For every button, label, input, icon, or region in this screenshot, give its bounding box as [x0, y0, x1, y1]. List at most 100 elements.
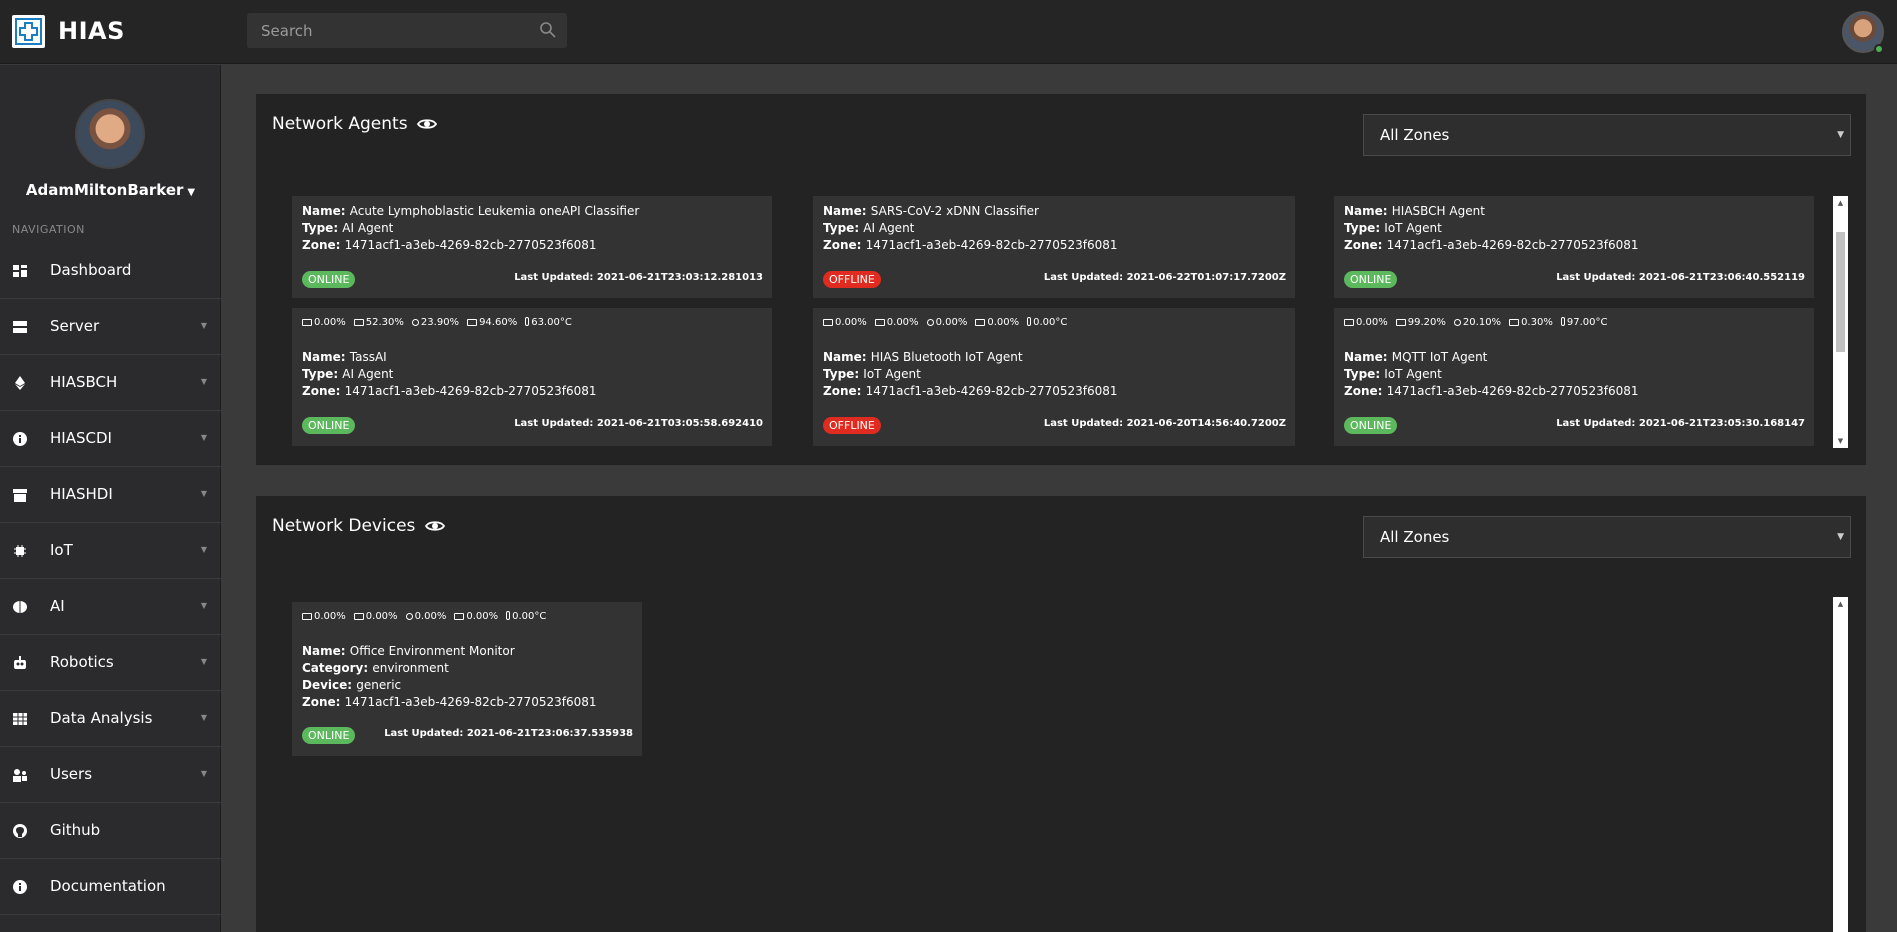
- stat-hdd: 0.30%: [1509, 317, 1553, 328]
- sidebar-nav: Dashboard Server ▼ HIASBCH ▼ HIASCDI ▼ HIASHDI ▼…: [0, 243, 221, 915]
- cpu-icon: [874, 319, 885, 326]
- stat-hdd-value: 0.00%: [466, 611, 499, 622]
- sidebar-item-dashboard[interactable]: Dashboard: [0, 243, 221, 299]
- chevron-down-icon: ▼: [200, 433, 207, 442]
- card-stats: 0.00% 0.00% 0.00% 0.00% 0.00°C: [302, 611, 554, 622]
- stat-temp: 63.00°C: [525, 317, 572, 328]
- card-name-label: Name:: [1344, 204, 1392, 218]
- stat-battery: 0.00%: [1344, 317, 1388, 328]
- stat-temp: 0.00°C: [1027, 317, 1067, 328]
- network-devices-panel: Network Devices All Zones ▼ 0.00% 0.00% 0.0…: [256, 496, 1866, 932]
- scroll-up-icon[interactable]: ▲: [1833, 597, 1848, 611]
- devices-zone-select[interactable]: All Zones ▼: [1363, 516, 1851, 558]
- sidebar-item-hiasbch[interactable]: HIASBCH ▼: [0, 355, 221, 411]
- chevron-down-icon: ▼: [1837, 130, 1844, 140]
- agents-zone-select-value: All Zones: [1380, 126, 1450, 144]
- server-icon: [13, 321, 27, 333]
- devices-zone-select-value: All Zones: [1380, 528, 1450, 546]
- devices-scrollbar[interactable]: ▲: [1833, 597, 1848, 932]
- agent-card[interactable]: 0.00% 52.30% 23.90% 94.60% 63.00°C Name: Tass…: [292, 308, 772, 446]
- hias-logo-icon[interactable]: [12, 15, 45, 48]
- memory-icon: [926, 319, 934, 326]
- status-badge: OFFLINE: [823, 417, 881, 434]
- card-category: Category: environment: [302, 661, 449, 675]
- card-type-value: IoT Agent: [1384, 367, 1442, 381]
- sidebar-item-label: HIASBCH: [50, 373, 118, 391]
- card-type-label: Type:: [823, 221, 864, 235]
- last-updated: Last Updated: 2021-06-21T23:06:37.535938: [384, 728, 633, 739]
- scroll-up-icon[interactable]: ▲: [1833, 196, 1848, 210]
- stat-hdd-value: 94.60%: [479, 317, 518, 328]
- eye-icon[interactable]: [416, 117, 437, 131]
- sidebar-item-data-analysis[interactable]: Data Analysis ▼: [0, 691, 221, 747]
- sidebar-item-server[interactable]: Server ▼: [0, 299, 221, 355]
- sidebar-item-documentation[interactable]: Documentation: [0, 859, 221, 915]
- stat-cpu-value: 0.00%: [365, 611, 398, 622]
- network-devices-title: Network Devices: [272, 516, 445, 536]
- agent-card[interactable]: Name: Acute Lymphoblastic Leukemia oneAP…: [292, 196, 772, 298]
- sidebar-item-robotics[interactable]: Robotics ▼: [0, 635, 221, 691]
- table-icon: [13, 713, 27, 725]
- last-updated: Last Updated: 2021-06-21T03:05:58.692410: [514, 418, 763, 429]
- stat-memory-value: 20.10%: [1462, 317, 1502, 328]
- card-name: Name: HIASBCH Agent: [1344, 204, 1485, 218]
- sidebar-item-github[interactable]: Github: [0, 803, 221, 859]
- network-agents-panel: Network Agents All Zones ▼ Name: Acute Ly…: [256, 94, 1866, 465]
- sidebar-item-hiascdi[interactable]: HIASCDI ▼: [0, 411, 221, 467]
- stat-battery: 0.00%: [823, 317, 867, 328]
- stat-temp: 97.00°C: [1560, 317, 1607, 328]
- chevron-down-icon: ▼: [200, 657, 207, 666]
- sidebar-item-label: AI: [50, 597, 65, 615]
- agent-card[interactable]: 0.00% 0.00% 0.00% 0.00% 0.00°C Name: HIAS Blu…: [813, 308, 1295, 446]
- card-device-value: generic: [356, 678, 402, 692]
- stat-cpu-value: 52.30%: [365, 317, 404, 328]
- sidebar: AdamMiltonBarker ▼ NAVIGATION Dashboard Se…: [0, 65, 221, 932]
- eye-icon[interactable]: [424, 519, 445, 533]
- hdd-icon: [1509, 319, 1520, 326]
- stat-temp: 0.00°C: [506, 611, 546, 622]
- sidebar-item-iot[interactable]: IoT ▼: [0, 523, 221, 579]
- search-icon[interactable]: [539, 21, 557, 39]
- stat-temp-value: 0.00°C: [1033, 317, 1068, 328]
- card-device-label: Device:: [302, 678, 357, 692]
- status-badge: OFFLINE: [823, 271, 881, 288]
- hdd-icon: [975, 319, 986, 326]
- card-name-label: Name:: [1344, 350, 1392, 364]
- sidebar-item-hiashdi[interactable]: HIASHDI ▼: [0, 467, 221, 523]
- card-type-label: Type:: [823, 367, 864, 381]
- scroll-down-icon[interactable]: ▼: [1833, 434, 1848, 448]
- memory-icon: [1453, 319, 1461, 326]
- battery-icon: [1344, 319, 1354, 326]
- sidebar-item-ai[interactable]: AI ▼: [0, 579, 221, 635]
- sidebar-avatar: [75, 99, 145, 169]
- card-zone-label: Zone:: [302, 384, 345, 398]
- card-zone-value: 1471acf1-a3eb-4269-82cb-2770523f6081: [1386, 384, 1639, 398]
- stat-memory: 20.10%: [1453, 317, 1502, 328]
- stat-cpu: 99.20%: [1395, 317, 1446, 328]
- chevron-down-icon: ▼: [200, 321, 207, 330]
- card-zone-value: 1471acf1-a3eb-4269-82cb-2770523f6081: [344, 238, 597, 252]
- thermometer-icon: [506, 611, 511, 620]
- sidebar-item-users[interactable]: Users ▼: [0, 747, 221, 803]
- sidebar-item-label: HIASHDI: [50, 485, 113, 503]
- agent-card[interactable]: Name: HIASBCH Agent Type: IoT Agent Zone: …: [1334, 196, 1814, 298]
- card-type-label: Type:: [1344, 221, 1385, 235]
- device-card[interactable]: 0.00% 0.00% 0.00% 0.00% 0.00°C Name: Office E…: [292, 602, 642, 756]
- sidebar-user-menu[interactable]: AdamMiltonBarker ▼: [0, 181, 221, 199]
- agents-scroll-thumb[interactable]: [1836, 232, 1845, 352]
- agents-scrollbar[interactable]: ▲ ▼: [1833, 196, 1848, 448]
- stat-memory-value: 0.00%: [414, 611, 447, 622]
- agents-zone-select[interactable]: All Zones ▼: [1363, 114, 1851, 156]
- chevron-down-icon: ▼: [200, 377, 207, 386]
- agent-card[interactable]: 0.00% 99.20% 20.10% 0.30% 97.00°C Name: MQTT …: [1334, 308, 1814, 446]
- app-title[interactable]: HIAS: [58, 17, 125, 45]
- chevron-down-icon: ▼: [200, 713, 207, 722]
- card-zone: Zone: 1471acf1-a3eb-4269-82cb-2770523f60…: [1344, 238, 1639, 252]
- agent-card[interactable]: Name: SARS-CoV-2 xDNN Classifier Type: AI…: [813, 196, 1295, 298]
- memory-icon: [405, 613, 413, 620]
- cpu-icon: [353, 613, 364, 620]
- search-input[interactable]: [247, 13, 527, 48]
- card-zone-value: 1471acf1-a3eb-4269-82cb-2770523f6081: [1386, 238, 1639, 252]
- github-icon: [13, 824, 27, 838]
- network-agents-title: Network Agents: [272, 114, 437, 134]
